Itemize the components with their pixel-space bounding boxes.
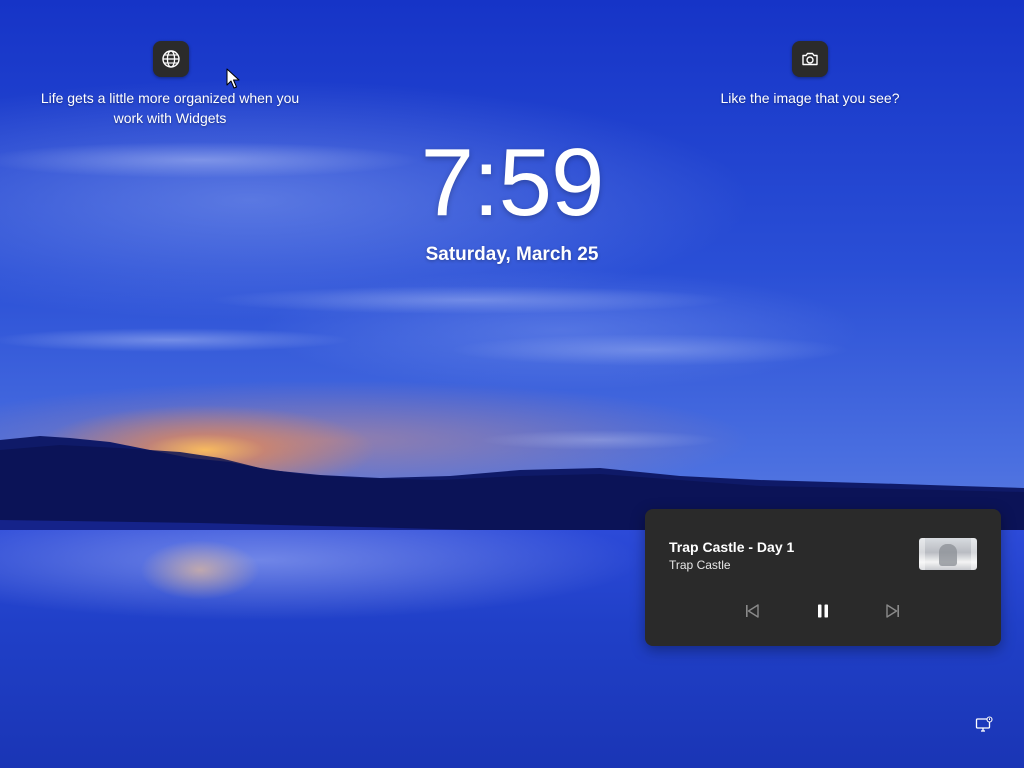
- mouse-cursor-icon: [226, 68, 240, 89]
- widgets-button[interactable]: [153, 41, 189, 77]
- album-art: [919, 538, 977, 570]
- lockscreen-date: Saturday, March 25: [425, 244, 599, 265]
- media-artist: Trap Castle: [669, 558, 731, 572]
- media-controls-card: Trap Castle - Day 1 Trap Castle: [645, 509, 1001, 646]
- next-track-button[interactable]: [878, 601, 908, 621]
- network-icon: [975, 716, 993, 732]
- camera-icon: [802, 52, 818, 66]
- spotlight-hint-text[interactable]: Like the image that you see?: [700, 88, 920, 108]
- pause-icon: [818, 604, 828, 618]
- network-status-button[interactable]: [974, 715, 994, 735]
- globe-icon: [162, 50, 180, 68]
- play-pause-button[interactable]: [808, 601, 838, 621]
- spotlight-button[interactable]: [792, 41, 828, 77]
- lockscreen-clock: 7:59: [420, 129, 605, 236]
- skip-next-icon: [886, 604, 899, 618]
- widgets-hint-text[interactable]: Life gets a little more organized when y…: [30, 88, 310, 128]
- skip-previous-icon: [746, 604, 759, 618]
- previous-track-button[interactable]: [737, 601, 767, 621]
- media-title: Trap Castle - Day 1: [669, 539, 795, 555]
